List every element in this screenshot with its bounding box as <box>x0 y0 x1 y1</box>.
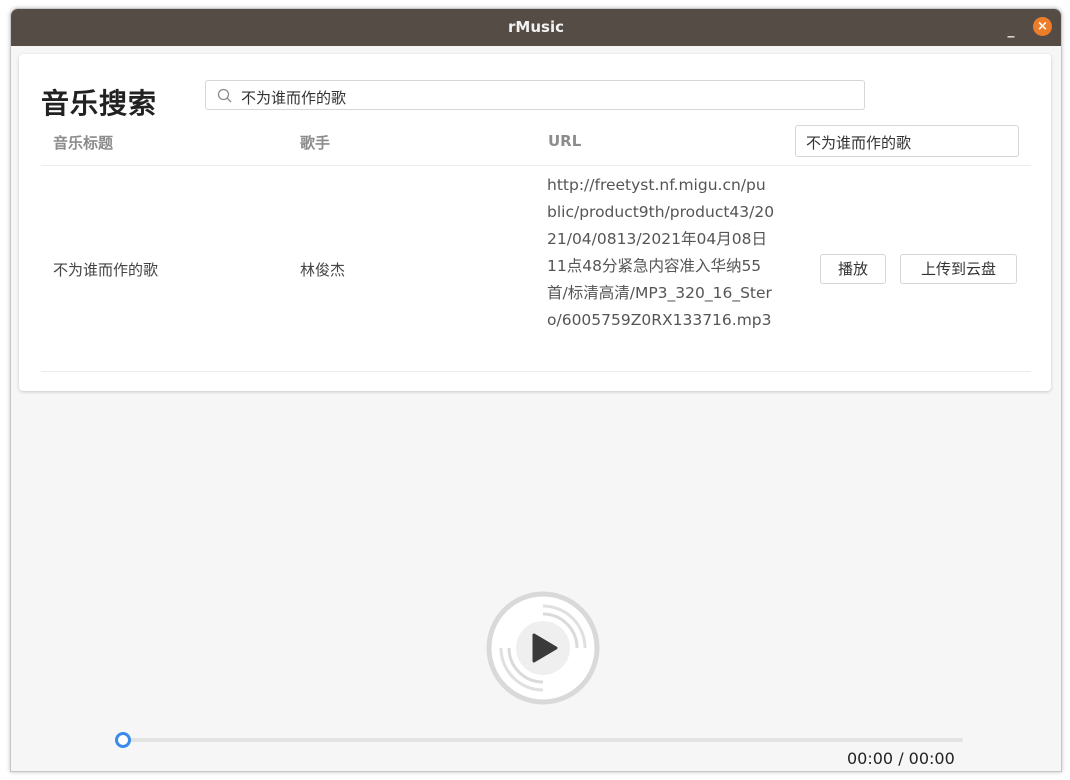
upload-cloud-button[interactable]: 上传到云盘 <box>900 254 1017 284</box>
column-filter-input[interactable]: 不为谁而作的歌 <box>795 125 1019 157</box>
play-button[interactable]: 播放 <box>820 254 886 284</box>
header-divider <box>41 165 1031 166</box>
row-divider <box>41 371 1031 372</box>
page-title: 音乐搜索 <box>41 87 158 120</box>
progress-track[interactable] <box>123 738 963 742</box>
column-header-artist: 歌手 <box>300 134 331 152</box>
cell-title: 不为谁而作的歌 <box>53 261 159 279</box>
app-window: rMusic _ × 音乐搜索 不为谁而作的歌 音乐标题 歌手 URL 不为谁而… <box>10 8 1062 772</box>
play-disc-button[interactable] <box>486 591 600 705</box>
cell-url: http://freetyst.nf.migu.cn/public/produc… <box>547 176 775 329</box>
search-input-value: 不为谁而作的歌 <box>241 89 347 107</box>
cell-artist: 林俊杰 <box>300 261 346 279</box>
window-title: rMusic <box>508 18 564 36</box>
title-bar: rMusic _ × <box>11 9 1061 46</box>
search-icon <box>217 88 232 103</box>
time-display: 00:00 / 00:00 <box>847 749 955 768</box>
column-header-title: 音乐标题 <box>53 134 114 152</box>
search-input[interactable]: 不为谁而作的歌 <box>205 80 865 110</box>
search-panel: 音乐搜索 不为谁而作的歌 音乐标题 歌手 URL 不为谁而作的歌 不为谁而作的歌… <box>19 54 1051 391</box>
column-header-url: URL <box>548 132 582 150</box>
close-button[interactable]: × <box>1033 17 1052 36</box>
progress-handle[interactable] <box>115 732 131 748</box>
minimize-button[interactable]: _ <box>1001 17 1021 38</box>
